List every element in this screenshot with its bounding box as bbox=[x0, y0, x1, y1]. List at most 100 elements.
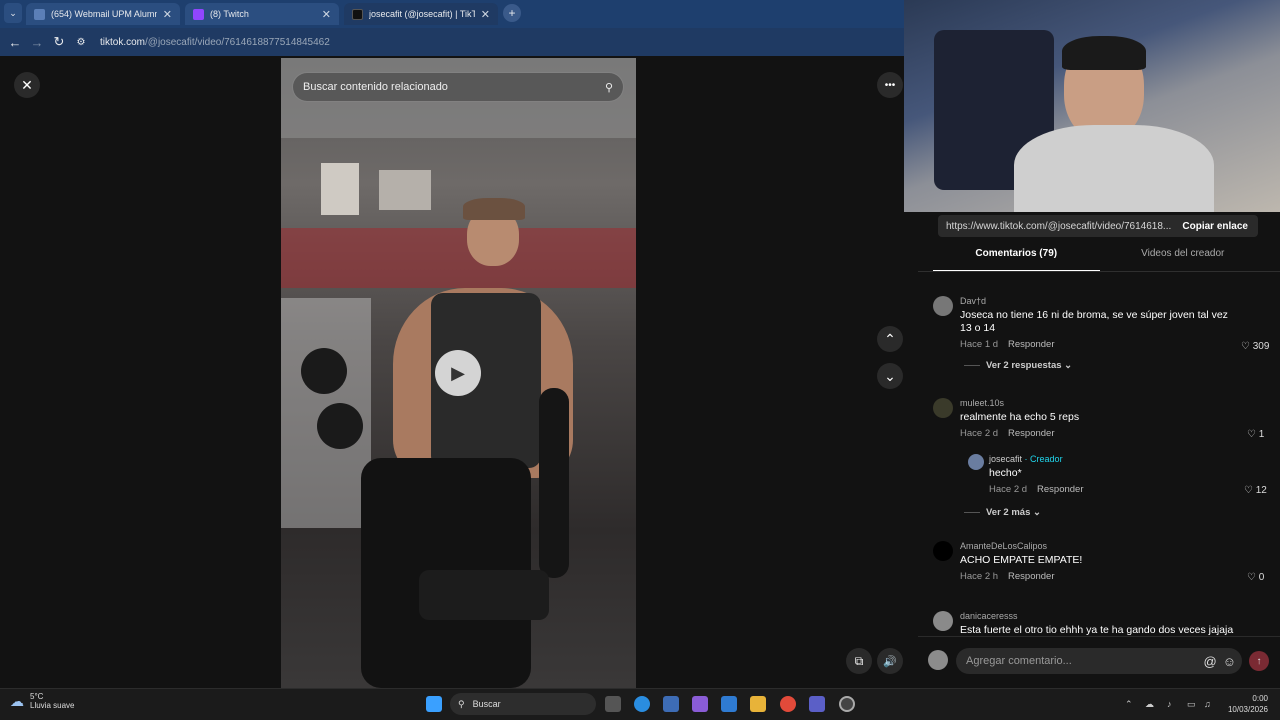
avatar[interactable] bbox=[968, 454, 984, 470]
cloud-rain-icon: ☁ bbox=[10, 692, 24, 709]
search-placeholder: Buscar contenido relacionado bbox=[303, 81, 448, 93]
comment-time: Hace 2 h bbox=[960, 571, 999, 582]
play-icon[interactable]: ▶ bbox=[435, 350, 481, 396]
foam-roller bbox=[539, 388, 569, 578]
url-field[interactable]: tiktok.com/@josecafit/video/761461887751… bbox=[100, 37, 330, 48]
reply-button[interactable]: Responder bbox=[1008, 339, 1054, 350]
avatar[interactable] bbox=[933, 296, 953, 316]
tabs-divider bbox=[918, 271, 1280, 272]
tab-title: (8) Twitch bbox=[210, 9, 249, 19]
copy-link-button[interactable]: Copiar enlace bbox=[1172, 221, 1258, 232]
avatar[interactable] bbox=[933, 398, 953, 418]
avatar[interactable] bbox=[933, 541, 953, 561]
tab-list-button[interactable]: ⌄ bbox=[4, 3, 22, 23]
close-tab-icon[interactable]: ✕ bbox=[163, 8, 172, 21]
comment-username[interactable]: josecafit bbox=[989, 454, 1022, 464]
teams-icon[interactable] bbox=[809, 696, 825, 712]
comment-username[interactable]: muleet.10s bbox=[960, 398, 1230, 408]
url-host: tiktok.com bbox=[100, 36, 146, 48]
reply-button[interactable]: Responder bbox=[1008, 571, 1054, 582]
comment-text: hecho* bbox=[989, 467, 1022, 479]
weight-plate bbox=[317, 403, 363, 449]
back-arrow-icon[interactable]: ← bbox=[4, 31, 26, 53]
clock-date: 10/03/2026 bbox=[1227, 705, 1268, 714]
close-tab-icon[interactable]: ✕ bbox=[322, 8, 331, 21]
weather-widget[interactable]: ☁ 5°C Lluvia suave bbox=[10, 692, 74, 710]
like-count[interactable]: ♡ 12 bbox=[1244, 485, 1267, 496]
browser-tab-bar: ⌄ (654) Webmail UPM Alumnos : ✕ (8) Twit… bbox=[0, 0, 904, 28]
like-count[interactable]: ♡ 0 bbox=[1247, 572, 1264, 583]
edge-icon[interactable] bbox=[634, 696, 650, 712]
wall-poster bbox=[379, 170, 431, 210]
volume-button[interactable]: 🔊 bbox=[877, 648, 903, 674]
comment-text: Esta fuerte el otro tio ehhh ya te ha ga… bbox=[960, 624, 1234, 636]
weather-text: Lluvia suave bbox=[30, 701, 75, 710]
windows-start-icon[interactable] bbox=[426, 696, 442, 712]
close-video-button[interactable]: ✕ bbox=[14, 72, 40, 98]
tab-webmail[interactable]: (654) Webmail UPM Alumnos : ✕ bbox=[26, 3, 180, 25]
tab-tiktok[interactable]: josecafit (@josecafit) | TikTok ✕ bbox=[344, 3, 498, 25]
chrome-icon[interactable] bbox=[780, 696, 796, 712]
chevron-down-icon: ⌄ bbox=[1033, 507, 1041, 518]
comment-text: Joseca no tiene 16 ni de broma, se ve sú… bbox=[960, 309, 1228, 334]
video-frame[interactable]: ▶ bbox=[281, 58, 636, 688]
onedrive-icon[interactable]: ☁ bbox=[1145, 699, 1154, 710]
reload-icon[interactable]: ↻ bbox=[48, 31, 70, 53]
video-link-text[interactable]: https://www.tiktok.com/@josecafit/video/… bbox=[938, 221, 1172, 232]
webcam-overlay bbox=[904, 0, 1280, 212]
new-tab-button[interactable]: + bbox=[503, 4, 521, 22]
streamer-shirt bbox=[1014, 125, 1214, 212]
tab-creator-videos[interactable]: Videos del creador bbox=[1100, 248, 1267, 272]
send-comment-button[interactable]: ↑ bbox=[1249, 651, 1269, 671]
next-video-button[interactable]: ⌄ bbox=[877, 363, 903, 389]
network-icon[interactable]: ▭ bbox=[1187, 699, 1196, 710]
clock-time: 0:00 bbox=[1252, 694, 1268, 703]
mail-icon[interactable] bbox=[721, 696, 737, 712]
close-tab-icon[interactable]: ✕ bbox=[481, 8, 490, 21]
like-count[interactable]: ♡ 1 bbox=[1247, 429, 1264, 440]
tab-twitch[interactable]: (8) Twitch ✕ bbox=[185, 3, 339, 25]
mention-icon[interactable]: @ bbox=[1204, 654, 1217, 669]
search-icon[interactable]: ⚲ bbox=[605, 81, 613, 94]
reply-button[interactable]: Responder bbox=[1008, 428, 1054, 439]
comment-username[interactable]: danicaceresss bbox=[960, 611, 1260, 621]
comment-input[interactable]: Agregar comentario... @ ☺ bbox=[956, 648, 1242, 674]
emoji-icon[interactable]: ☺ bbox=[1223, 654, 1236, 669]
speaker-icon[interactable]: ♫ bbox=[1204, 699, 1211, 709]
heart-icon: ♡ bbox=[1247, 572, 1256, 583]
taskbar-clock[interactable]: 0:00 10/03/2026 bbox=[1218, 693, 1268, 715]
related-search-input[interactable]: Buscar contenido relacionado ⚲ bbox=[292, 72, 624, 102]
floating-player-button[interactable]: ⧉ bbox=[846, 648, 872, 674]
view-more-button[interactable]: Ver 2 más bbox=[986, 507, 1030, 518]
like-number: 0 bbox=[1258, 572, 1265, 583]
search-icon: ⚲ bbox=[458, 698, 465, 709]
comment-text: ACHO EMPATE EMPATE! bbox=[960, 554, 1083, 566]
comment-username[interactable]: AmanteDeLosCalipos bbox=[960, 541, 1230, 551]
microphone-icon[interactable]: ♪ bbox=[1167, 699, 1172, 709]
comment-time: Hace 2 d bbox=[960, 428, 999, 439]
reply-button[interactable]: Responder bbox=[1037, 484, 1083, 495]
view-more-replies[interactable]: Ver 2 más ⌄ bbox=[964, 507, 1041, 518]
forward-arrow-icon[interactable]: → bbox=[26, 31, 48, 53]
taskbar-search[interactable]: ⚲ Buscar bbox=[450, 693, 596, 715]
wall-poster bbox=[321, 163, 359, 215]
task-view-icon[interactable] bbox=[605, 696, 621, 712]
my-avatar bbox=[928, 650, 948, 670]
avatar[interactable] bbox=[933, 611, 953, 631]
visual-studio-icon[interactable] bbox=[692, 696, 708, 712]
file-explorer-icon[interactable] bbox=[750, 696, 766, 712]
heart-icon: ♡ bbox=[1247, 429, 1256, 440]
previous-video-button[interactable]: ⌃ bbox=[877, 326, 903, 352]
more-options-button[interactable]: ••• bbox=[877, 72, 903, 98]
site-info-icon[interactable]: ⚙ bbox=[70, 31, 92, 53]
comment-username[interactable]: Dav†d bbox=[960, 296, 1230, 306]
tray-chevron-icon[interactable]: ⌃ bbox=[1125, 699, 1133, 710]
tab-comments[interactable]: Comentarios (79) bbox=[933, 248, 1100, 272]
like-number: 12 bbox=[1255, 485, 1267, 496]
like-number: 1 bbox=[1258, 429, 1265, 440]
view-replies-button[interactable]: Ver 2 respuestas bbox=[986, 360, 1062, 371]
gym-bench bbox=[419, 570, 549, 620]
like-count[interactable]: ♡ 309 bbox=[1241, 341, 1269, 352]
store-icon[interactable] bbox=[663, 696, 679, 712]
app-icon[interactable] bbox=[839, 696, 855, 712]
